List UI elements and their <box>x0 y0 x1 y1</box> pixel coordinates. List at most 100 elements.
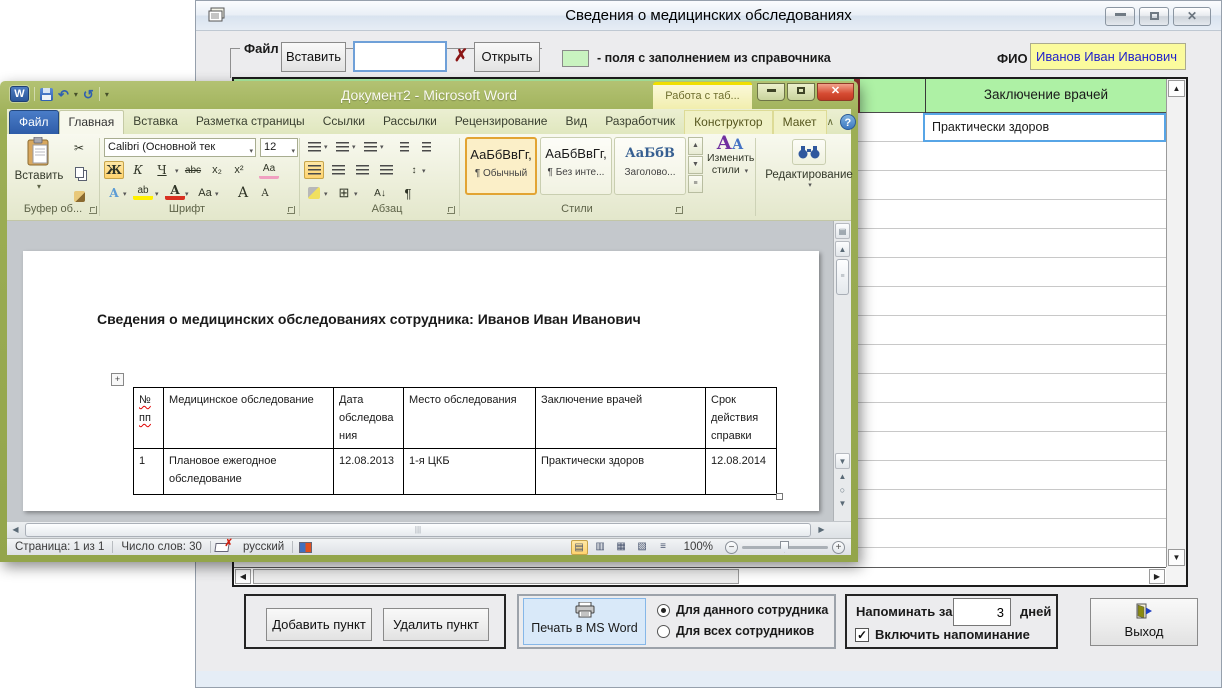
bold-icon[interactable]: Ж <box>104 161 124 179</box>
tab-references[interactable]: Ссылки <box>314 110 374 134</box>
outline-view-icon[interactable]: ▧ <box>634 540 651 555</box>
editing-dropdown-icon[interactable]: ▾ <box>761 181 859 189</box>
zoom-in-icon[interactable]: + <box>832 541 845 554</box>
increase-indent-icon[interactable] <box>416 138 436 156</box>
align-center-icon[interactable] <box>328 161 348 179</box>
tab-mailings[interactable]: Рассылки <box>374 110 446 134</box>
radio-on-icon[interactable] <box>657 604 670 617</box>
copy-icon[interactable] <box>69 163 89 181</box>
line-spacing-icon[interactable]: ↕ <box>404 161 424 179</box>
insert-button[interactable]: Вставить <box>281 42 346 72</box>
grid-horizontal-scrollbar[interactable]: ◀ ▶ <box>234 567 1166 585</box>
text-effects-icon[interactable]: А <box>104 184 124 202</box>
fio-input[interactable] <box>1030 43 1186 70</box>
decrease-indent-icon[interactable] <box>394 138 414 156</box>
paragraph-dialog-launcher-icon[interactable] <box>447 206 455 214</box>
font-dialog-launcher-icon[interactable] <box>287 206 295 214</box>
ruler-toggle-icon[interactable]: ▤ <box>835 223 850 239</box>
strikethrough-icon[interactable]: abc <box>183 161 203 179</box>
scroll-right-icon[interactable]: ▶ <box>814 523 829 537</box>
radio-off-icon[interactable] <box>657 625 670 638</box>
add-item-button[interactable]: Добавить пункт <box>266 608 372 641</box>
highlight-color-icon[interactable]: ab <box>133 184 153 200</box>
clipboard-dialog-launcher-icon[interactable] <box>89 206 97 214</box>
remind-days-input[interactable] <box>953 598 1011 626</box>
styles-scroll-up-icon[interactable]: ▲ <box>688 137 703 155</box>
document-table[interactable]: № пп Медицинское обследование Дата обсле… <box>133 387 777 495</box>
scroll-left-icon[interactable]: ◀ <box>235 569 251 584</box>
scroll-right-icon[interactable]: ▶ <box>1149 569 1165 584</box>
select-browse-object-icon[interactable]: ○ <box>835 485 850 495</box>
underline-icon[interactable]: Ч <box>152 161 172 179</box>
word-count[interactable]: Число слов: 30 <box>113 541 210 553</box>
italic-icon[interactable]: К <box>128 161 148 179</box>
shrink-font-icon[interactable]: А <box>255 184 275 202</box>
remind-checkbox[interactable]: ✓ <box>855 628 869 642</box>
zoom-slider[interactable] <box>742 546 828 549</box>
multilevel-dropdown-icon[interactable]: ▾ <box>380 143 384 151</box>
editing-group-button[interactable]: Редактирование ▾ <box>759 137 859 189</box>
main-titlebar[interactable]: Сведения о медицинских обследованиях ✕ <box>196 1 1221 31</box>
collapse-ribbon-icon[interactable]: ∧ <box>827 117 834 128</box>
numbering-icon[interactable] <box>332 138 352 156</box>
page-indicator[interactable]: Страница: 1 из 1 <box>7 541 112 553</box>
style-normal[interactable]: АаБбВвГг, ¶ Обычный <box>465 137 537 195</box>
shading-dropdown-icon[interactable]: ▾ <box>324 190 328 198</box>
word-close-button[interactable]: ✕ <box>817 83 854 101</box>
fullscreen-reading-view-icon[interactable]: ▥ <box>592 540 609 555</box>
scroll-down-icon[interactable]: ▼ <box>1168 549 1185 566</box>
document-vertical-scrollbar[interactable]: ▤ ▲ ≡ ▼ ▲ ○ ▼ <box>833 221 851 521</box>
selected-cell[interactable]: Практически здоров <box>923 113 1166 142</box>
highlight-dropdown-icon[interactable]: ▾ <box>155 190 159 198</box>
macro-record-icon[interactable] <box>299 542 312 553</box>
paste-button[interactable]: Вставить ▾ <box>13 137 65 201</box>
style-heading1[interactable]: АаБбВ Заголово... <box>614 137 686 195</box>
borders-dropdown-icon[interactable]: ▾ <box>354 190 358 198</box>
pilcrow-icon[interactable]: ¶ <box>398 184 418 202</box>
clear-formatting-icon[interactable]: Аа <box>259 161 279 179</box>
previous-page-icon[interactable]: ▲ <box>835 472 850 481</box>
draft-view-icon[interactable]: ≡ <box>655 540 672 555</box>
delete-item-button[interactable]: Удалить пункт <box>383 608 489 641</box>
subscript-icon[interactable]: x₂ <box>207 161 227 179</box>
tab-table-layout[interactable]: Макет <box>773 110 827 134</box>
tab-review[interactable]: Рецензирование <box>446 110 557 134</box>
borders-icon[interactable]: ⊞ <box>334 184 354 202</box>
table-move-handle-icon[interactable]: + <box>111 373 124 386</box>
scroll-up-icon[interactable]: ▲ <box>835 241 850 257</box>
next-page-icon[interactable]: ▼ <box>835 499 850 508</box>
change-case-dropdown-icon[interactable]: ▾ <box>215 190 219 198</box>
tab-file[interactable]: Файл <box>9 110 59 134</box>
sort-icon[interactable]: А↓ <box>370 184 390 202</box>
document-horizontal-scrollbar[interactable]: ◀ ||| ▶ <box>7 521 851 538</box>
tab-insert[interactable]: Вставка <box>124 110 187 134</box>
grow-font-icon[interactable]: А <box>233 184 253 202</box>
print-word-button[interactable]: Печать в MS Word <box>523 598 646 645</box>
text-effects-dropdown-icon[interactable]: ▾ <box>123 190 127 198</box>
justify-icon[interactable] <box>376 161 396 179</box>
table-resize-handle[interactable] <box>776 493 783 500</box>
zoom-level[interactable]: 100% <box>676 541 721 553</box>
tab-home[interactable]: Главная <box>59 110 125 134</box>
styles-scroll-down-icon[interactable]: ▼ <box>688 156 703 174</box>
scrollbar-thumb[interactable]: ≡ <box>836 259 849 295</box>
clear-file-icon[interactable]: ✗ <box>451 43 471 70</box>
change-case-icon[interactable]: Аа <box>195 184 215 202</box>
align-right-icon[interactable] <box>352 161 372 179</box>
tab-view[interactable]: Вид <box>556 110 596 134</box>
styles-dialog-launcher-icon[interactable] <box>675 206 683 214</box>
superscript-icon[interactable]: x² <box>229 161 249 179</box>
numbering-dropdown-icon[interactable]: ▾ <box>352 143 356 151</box>
exit-button[interactable]: Выход <box>1090 598 1198 646</box>
font-family-combo[interactable]: Calibri (Основной тек▾ <box>104 138 256 157</box>
contextual-tab-group[interactable]: Работа с таб... <box>653 82 752 109</box>
print-layout-view-icon[interactable]: ▤ <box>571 540 588 555</box>
font-color-icon[interactable]: А <box>165 184 185 200</box>
web-layout-view-icon[interactable]: ▦ <box>613 540 630 555</box>
bullets-icon[interactable] <box>304 138 324 156</box>
bullets-dropdown-icon[interactable]: ▾ <box>324 143 328 151</box>
style-no-spacing[interactable]: АаБбВвГг, ¶ Без инте... <box>540 137 612 195</box>
scrollbar-thumb[interactable] <box>253 569 739 584</box>
paste-dropdown-icon[interactable]: ▾ <box>13 182 65 191</box>
align-left-icon[interactable] <box>304 161 324 179</box>
